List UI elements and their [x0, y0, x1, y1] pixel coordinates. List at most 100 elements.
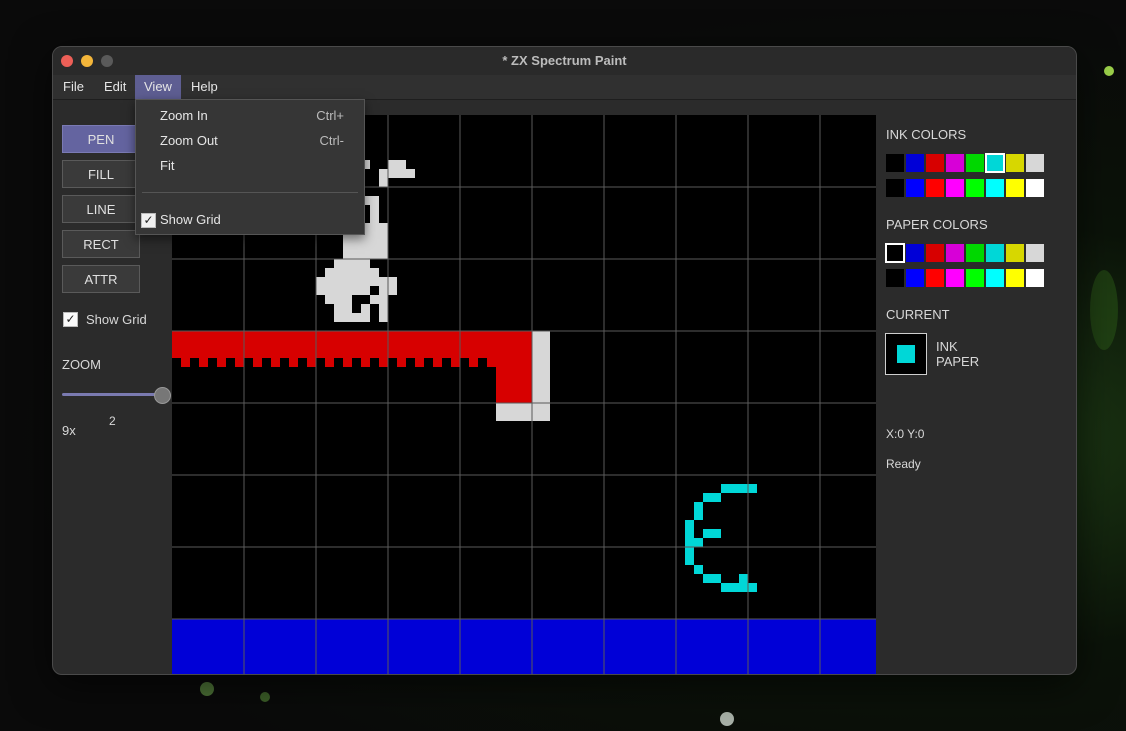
menu-fit[interactable]: Fit: [160, 158, 174, 173]
character-pixel: [379, 304, 388, 313]
zoom-in-shortcut: Ctrl+: [316, 108, 344, 123]
platform-dither: [271, 367, 280, 376]
platform-dither: [289, 367, 298, 376]
paper-color-swatch[interactable]: [966, 244, 984, 262]
paper-color-swatch[interactable]: [966, 269, 984, 287]
character-pixel: [325, 268, 379, 277]
zoom-level-label: 9x: [62, 423, 76, 438]
cursor-coordinates: X:0 Y:0: [886, 427, 925, 441]
character-pixel: [334, 313, 343, 322]
zoom-out-shortcut: Ctrl-: [319, 133, 344, 148]
paper-color-swatch[interactable]: [906, 269, 924, 287]
ink-color-swatch[interactable]: [906, 179, 924, 197]
ink-color-swatch[interactable]: [986, 179, 1004, 197]
ink-color-swatch[interactable]: [886, 179, 904, 197]
paper-colors-heading: PAPER COLORS: [886, 217, 988, 232]
ink-color-swatch[interactable]: [966, 179, 984, 197]
platform-dither: [253, 367, 262, 376]
paper-color-swatch[interactable]: [1006, 269, 1024, 287]
platform-dither: [451, 367, 460, 376]
platform-dither: [244, 358, 253, 367]
attr-tool-button[interactable]: ATTR: [62, 265, 140, 293]
paper-color-swatch[interactable]: [986, 244, 1004, 262]
menu-file[interactable]: File: [54, 75, 93, 99]
paper-color-swatch[interactable]: [926, 269, 944, 287]
character-pixel: [316, 286, 370, 295]
paper-color-swatch[interactable]: [1026, 244, 1044, 262]
ink-color-swatch[interactable]: [926, 179, 944, 197]
cyan-glyph-pixel: [721, 484, 757, 493]
cyan-glyph-pixel: [739, 574, 748, 583]
menu-view[interactable]: View: [135, 75, 181, 99]
current-ink-label: INK: [936, 339, 958, 354]
platform-dither: [181, 367, 190, 376]
platform-dither: [226, 358, 235, 367]
platform-dither: [325, 367, 334, 376]
cyan-glyph-pixel: [703, 574, 721, 583]
pen-tool-button[interactable]: PEN: [62, 125, 140, 153]
blue-paper-area: [172, 619, 876, 674]
rect-tool-button[interactable]: RECT: [62, 230, 140, 258]
ink-color-swatch[interactable]: [1006, 179, 1024, 197]
ink-color-swatch[interactable]: [1026, 179, 1044, 197]
character-pixel: [334, 259, 370, 268]
menu-zoom-out[interactable]: Zoom Out: [160, 133, 218, 148]
paper-color-swatch[interactable]: [926, 244, 944, 262]
menu-bar: File Edit View Help: [53, 75, 1076, 100]
paper-color-swatch[interactable]: [946, 244, 964, 262]
zoom-slider-track[interactable]: [62, 393, 162, 396]
paper-color-swatch[interactable]: [946, 269, 964, 287]
ink-color-swatch[interactable]: [906, 154, 924, 172]
view-menu-dropdown: Zoom In Ctrl+ Zoom Out Ctrl- Fit ✓ Show …: [135, 99, 365, 235]
ink-color-swatch[interactable]: [966, 154, 984, 172]
platform-dither: [199, 367, 208, 376]
zoom-slider-handle[interactable]: [154, 387, 171, 404]
platform-dither: [334, 358, 343, 367]
menu-zoom-in[interactable]: Zoom In: [160, 108, 208, 123]
ink-colors-heading: INK COLORS: [886, 127, 967, 142]
paper-color-swatch[interactable]: [886, 269, 904, 287]
paper-color-swatch[interactable]: [886, 244, 904, 262]
platform-dither: [172, 358, 181, 367]
window-title: * ZX Spectrum Paint: [502, 53, 627, 68]
current-paper-label: PAPER: [936, 354, 980, 369]
paper-color-swatch[interactable]: [906, 244, 924, 262]
menu-separator: [142, 192, 358, 193]
fill-tool-button[interactable]: FILL: [62, 160, 140, 188]
ink-color-swatch[interactable]: [1006, 154, 1024, 172]
platform-dither: [316, 358, 325, 367]
character-pixel: [379, 169, 415, 178]
menu-show-grid[interactable]: Show Grid: [160, 212, 221, 227]
platform-dither: [343, 367, 352, 376]
line-tool-button[interactable]: LINE: [62, 195, 140, 223]
current-heading: CURRENT: [886, 307, 950, 322]
paper-color-swatch[interactable]: [986, 269, 1004, 287]
platform-dither: [478, 358, 487, 367]
paper-color-swatch[interactable]: [1006, 244, 1024, 262]
platform-dither: [298, 358, 307, 367]
platform-dither: [235, 367, 244, 376]
ink-color-swatch[interactable]: [926, 154, 944, 172]
cyan-glyph-pixel: [721, 583, 757, 592]
character-pixel: [388, 160, 406, 169]
cyan-glyph-pixel: [694, 538, 703, 547]
ink-color-swatch[interactable]: [946, 154, 964, 172]
platform-dither: [217, 367, 226, 376]
character-pixel: [316, 277, 397, 286]
bokeh: [260, 692, 270, 702]
cyan-glyph-pixel: [703, 529, 721, 538]
paper-color-swatch[interactable]: [1026, 269, 1044, 287]
platform-dither: [208, 358, 217, 367]
platform-dither: [406, 358, 415, 367]
show-grid-checkbox[interactable]: ✓: [63, 312, 78, 327]
ink-color-swatch[interactable]: [986, 154, 1004, 172]
menu-edit[interactable]: Edit: [95, 75, 135, 99]
current-ink-swatch: [897, 345, 915, 363]
platform-dither: [370, 358, 379, 367]
cyan-glyph-pixel: [703, 493, 721, 502]
ink-color-swatch[interactable]: [946, 179, 964, 197]
ink-color-swatch[interactable]: [1026, 154, 1044, 172]
menu-help[interactable]: Help: [182, 75, 227, 99]
menu-show-grid-check[interactable]: ✓: [141, 213, 156, 228]
ink-color-swatch[interactable]: [886, 154, 904, 172]
